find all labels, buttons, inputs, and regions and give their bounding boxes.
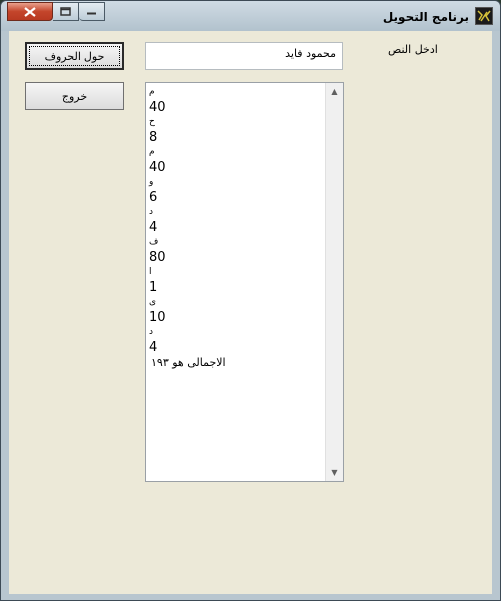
maximize-icon — [60, 7, 71, 16]
list-item: 4 — [149, 340, 158, 355]
window-title: برنامج التحويل — [382, 10, 469, 24]
input-label: ادخل النص — [388, 43, 438, 56]
list-item: 80 — [149, 250, 166, 265]
list-item: 1 — [149, 280, 158, 295]
title-bar[interactable]: برنامج التحويل — [1, 1, 500, 31]
minimize-button[interactable] — [79, 2, 105, 21]
vertical-scrollbar[interactable]: ▲ ▼ — [325, 83, 343, 481]
window-controls — [7, 2, 105, 21]
maximize-button[interactable] — [53, 2, 79, 21]
list-item: ا — [149, 267, 152, 277]
list-item: 8 — [149, 130, 158, 145]
list-item: م — [149, 147, 155, 157]
list-item: 4 — [149, 220, 158, 235]
scroll-up-arrow-icon[interactable]: ▲ — [326, 83, 343, 100]
app-window: برنامج التحويل حول الحروف خروج محمود فاي… — [0, 0, 501, 601]
list-item: ى — [149, 297, 157, 307]
list-item: م — [149, 87, 155, 97]
text-input[interactable]: محمود فايد — [145, 42, 343, 70]
list-item: ف — [149, 237, 159, 247]
list-item: ح — [149, 117, 155, 127]
list-item: 40 — [149, 160, 166, 175]
list-item: 10 — [149, 310, 166, 325]
exit-button[interactable]: خروج — [25, 82, 124, 110]
list-item: 6 — [149, 190, 158, 205]
output-lines: م 40 ح 8 م 40 و 6 د 4 ف 80 ا 1 ى 10 د 4 الاجمالى هو ١٩٣ — [149, 85, 327, 370]
close-button[interactable] — [7, 2, 53, 21]
output-listbox[interactable]: م 40 ح 8 م 40 و 6 د 4 ف 80 ا 1 ى 10 د 4 الاجمالى هو ١٩٣ ▲ … — [145, 82, 344, 482]
list-item: د — [149, 327, 154, 337]
form-client-area: حول الحروف خروج محمود فايد ادخل النص م 40… — [9, 31, 492, 594]
list-item: و — [149, 177, 154, 187]
scroll-down-arrow-icon[interactable]: ▼ — [326, 464, 343, 481]
minimize-icon — [87, 12, 96, 15]
list-item: د — [149, 207, 154, 217]
app-icon — [475, 7, 493, 25]
convert-letters-button[interactable]: حول الحروف — [25, 42, 124, 70]
close-icon — [24, 6, 36, 17]
total-line: الاجمالى هو ١٩٣ — [151, 356, 226, 369]
list-item: 40 — [149, 100, 166, 115]
